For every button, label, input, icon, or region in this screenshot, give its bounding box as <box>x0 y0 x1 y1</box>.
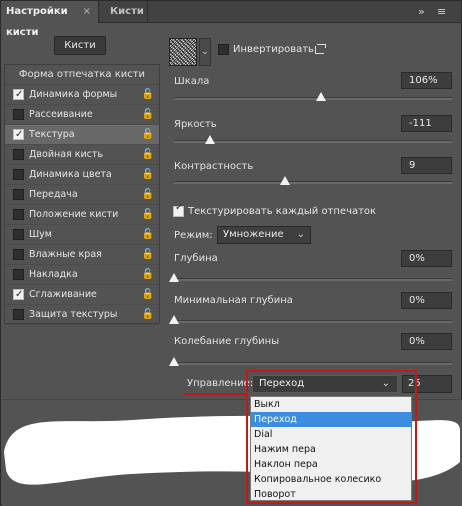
brush-option-item[interactable]: Текстура 🔓 <box>5 125 159 145</box>
lock-icon[interactable]: 🔓 <box>142 205 154 225</box>
brush-option-checkbox[interactable] <box>13 249 24 260</box>
chevron-down-icon: ⌄ <box>296 229 305 240</box>
annotation-highlight-box <box>246 370 417 504</box>
lock-icon[interactable]: 🔓 <box>142 245 154 265</box>
control-label: Управление: <box>187 378 254 389</box>
brightness-slider[interactable] <box>174 135 452 144</box>
brush-option-checkbox[interactable] <box>13 229 24 240</box>
scale-slider[interactable] <box>174 92 452 101</box>
depth-slider-handle[interactable] <box>169 273 179 282</box>
brightness-label: Яркость <box>174 119 217 130</box>
tab-bar: Настройки кисти × Кисти » ≡ <box>1 1 461 38</box>
brush-tip-shape-item[interactable]: Форма отпечатка кисти <box>5 65 159 85</box>
lock-icon[interactable]: 🔓 <box>142 305 154 325</box>
tab-brush-settings[interactable]: Настройки кисти × <box>1 1 99 38</box>
min-depth-label: Минимальная глубина <box>174 295 293 306</box>
depth-slider[interactable] <box>169 273 452 282</box>
brush-option-checkbox[interactable] <box>13 109 24 120</box>
brush-option-item[interactable]: Шум 🔓 <box>5 225 159 245</box>
brush-option-label: Двойная кисть <box>29 149 104 160</box>
brush-option-checkbox[interactable] <box>13 125 24 145</box>
brush-option-label: Защита текстуры <box>29 309 118 320</box>
brush-option-checkbox[interactable] <box>13 189 24 200</box>
panel-menu-icon[interactable]: ≡ <box>437 3 446 21</box>
brightness-slider-handle[interactable] <box>205 135 215 144</box>
brightness-field[interactable]: -111 <box>401 115 452 132</box>
brush-option-label: Накладка <box>29 269 78 280</box>
brush-options-list: Форма отпечатка кисти Динамика формы🔓Рас… <box>4 64 160 325</box>
brush-option-label: Рассеивание <box>29 109 93 120</box>
mode-label: Режим: <box>174 230 213 241</box>
brushes-button[interactable]: Кисти <box>54 36 106 55</box>
brush-option-label: Динамика цвета <box>29 169 112 180</box>
brush-option-item[interactable]: Накладка 🔓 <box>5 265 159 285</box>
brush-option-label: Шум <box>29 229 52 240</box>
pattern-picker-chevron-icon[interactable]: ⌄ <box>199 38 211 66</box>
tab-brushes-label: Кисти <box>110 6 144 17</box>
brush-option-item[interactable]: Защита текстуры 🔓 <box>5 305 159 325</box>
depth-label: Глубина <box>174 253 218 264</box>
min-depth-slider[interactable] <box>169 315 452 324</box>
brush-option-checkbox[interactable] <box>13 169 24 180</box>
brush-option-checkbox[interactable] <box>13 85 24 105</box>
tab-brush-settings-label: Настройки кисти <box>6 6 68 38</box>
lock-icon[interactable]: 🔓 <box>142 185 154 205</box>
brush-option-label: Динамика формы <box>29 89 118 100</box>
min-depth-field[interactable]: 0% <box>401 292 452 309</box>
lock-icon[interactable]: 🔓 <box>142 285 154 305</box>
brush-option-item[interactable]: Рассеивание 🔓 <box>5 105 159 125</box>
lock-icon[interactable]: 🔓 <box>142 105 154 125</box>
brush-option-label: Положение кисти <box>29 209 119 220</box>
invert-checkbox[interactable] <box>218 44 229 55</box>
brush-option-item[interactable]: Положение кисти 🔓 <box>5 205 159 225</box>
brush-option-checkbox[interactable] <box>13 149 24 160</box>
brush-settings-panel: Настройки кисти × Кисти » ≡ Кисти Форма … <box>0 0 462 506</box>
close-icon[interactable]: × <box>83 1 91 22</box>
depth-jitter-slider-handle[interactable] <box>169 357 179 366</box>
depth-jitter-slider[interactable] <box>169 357 452 366</box>
brush-option-item[interactable]: Двойная кисть 🔓 <box>5 145 159 165</box>
brush-option-label: Сглаживание <box>29 289 97 300</box>
tab-brushes[interactable]: Кисти <box>100 1 148 23</box>
lock-icon[interactable]: 🔓 <box>142 125 154 145</box>
mode-select[interactable]: Умножение ⌄ <box>217 226 311 244</box>
min-depth-slider-handle[interactable] <box>169 315 179 324</box>
brush-option-checkbox[interactable] <box>13 209 24 220</box>
brush-option-checkbox[interactable] <box>13 309 24 320</box>
texture-each-tip-checkbox[interactable] <box>173 202 184 217</box>
scale-label: Шкала <box>174 76 210 87</box>
lock-icon[interactable]: 🔓 <box>142 265 154 285</box>
reset-pattern-icon[interactable] <box>315 44 326 54</box>
brush-option-label: Передача <box>29 189 78 200</box>
brush-option-checkbox[interactable] <box>13 285 24 305</box>
texture-pattern-thumbnail[interactable] <box>169 38 197 66</box>
brush-option-item[interactable]: Сглаживание 🔓 <box>5 285 159 305</box>
expand-panels-icon[interactable]: » <box>418 3 425 21</box>
depth-jitter-label: Колебание глубины <box>174 336 280 347</box>
invert-label: Инвертировать <box>233 44 314 55</box>
brush-option-item[interactable]: Динамика цвета 🔓 <box>5 165 159 185</box>
scale-slider-handle[interactable] <box>316 92 326 101</box>
brush-option-item[interactable]: Динамика формы 🔓 <box>5 85 159 105</box>
mode-select-value: Умножение <box>223 229 284 240</box>
texture-each-tip-label: Текстурировать каждый отпечаток <box>188 206 377 217</box>
lock-icon[interactable]: 🔓 <box>142 225 154 245</box>
brush-option-item[interactable]: Влажные края 🔓 <box>5 245 159 265</box>
contrast-field[interactable]: 9 <box>401 157 452 174</box>
annotation-underline <box>183 393 247 395</box>
depth-field[interactable]: 0% <box>401 250 452 267</box>
contrast-slider-handle[interactable] <box>280 176 290 185</box>
brush-option-label: Текстура <box>29 129 75 140</box>
lock-icon[interactable]: 🔓 <box>142 85 154 105</box>
lock-icon[interactable]: 🔓 <box>142 165 154 185</box>
scale-field[interactable]: 106% <box>401 72 452 89</box>
brush-option-checkbox[interactable] <box>13 269 24 280</box>
depth-jitter-field[interactable]: 0% <box>401 333 452 350</box>
brush-option-label: Влажные края <box>29 249 102 260</box>
contrast-slider[interactable] <box>174 176 452 185</box>
contrast-label: Контрастность <box>174 161 254 172</box>
lock-icon[interactable]: 🔓 <box>142 145 154 165</box>
brush-option-item[interactable]: Передача 🔓 <box>5 185 159 205</box>
